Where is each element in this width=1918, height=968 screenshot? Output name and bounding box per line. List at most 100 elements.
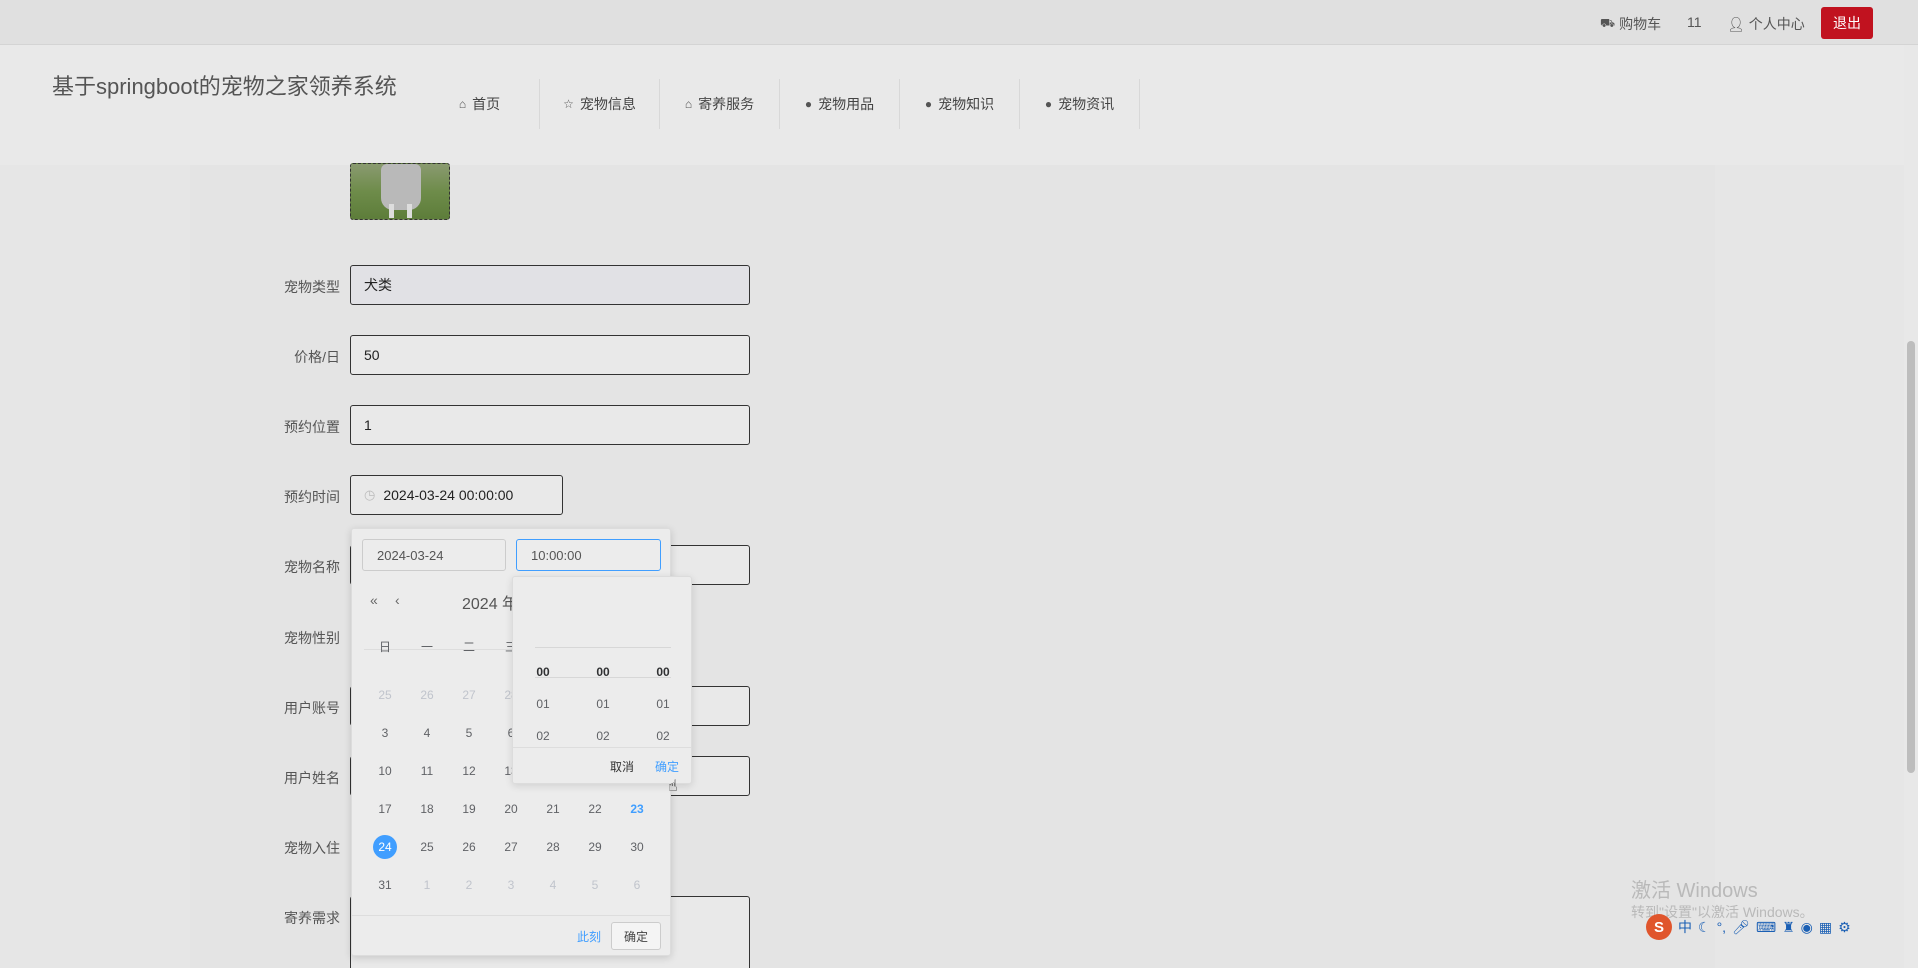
punctuation-icon[interactable]: °, — [1717, 919, 1727, 935]
pet-type-field[interactable]: 犬类 — [350, 265, 750, 305]
day-cell[interactable]: 27 — [490, 828, 532, 866]
day-cell[interactable]: 12 — [448, 752, 490, 790]
picker-confirm-button[interactable]: 确定 — [611, 922, 661, 950]
second-option[interactable]: 01 — [643, 697, 683, 711]
day-cell[interactable]: 22 — [574, 790, 616, 828]
day-cell[interactable]: 27 — [448, 676, 490, 714]
day-cell[interactable]: 5 — [448, 714, 490, 752]
time-confirm-button[interactable]: 确定 — [655, 758, 679, 775]
hour-option[interactable]: 02 — [523, 729, 563, 743]
day-cell[interactable]: 29 — [574, 828, 616, 866]
nav-label: 首页 — [472, 96, 501, 112]
time-field[interactable]: ◷ 2024-03-24 00:00:00 — [350, 475, 563, 515]
day-cell[interactable]: 3 — [364, 714, 406, 752]
nav-item-knowledge[interactable]: ● 宠物知识 — [900, 79, 1020, 129]
day-cell[interactable]: 5 — [574, 866, 616, 904]
gear-icon[interactable]: ⚙ — [1838, 919, 1851, 936]
nav-label: 宠物知识 — [938, 96, 995, 112]
day-cell[interactable]: 10 — [364, 752, 406, 790]
prev-month-icon[interactable]: ‹ — [395, 592, 400, 608]
minute-option[interactable]: 01 — [583, 697, 623, 711]
gamepad-icon[interactable]: ◉ — [1801, 919, 1813, 936]
day-cell[interactable]: 1 — [406, 866, 448, 904]
shirt-icon[interactable]: ♜ — [1782, 919, 1795, 936]
bag-icon: ⌂ — [684, 97, 693, 111]
truck-icon: ⛟ — [1600, 16, 1616, 30]
day-cell[interactable]: 4 — [532, 866, 574, 904]
day-cell[interactable]: 28 — [532, 828, 574, 866]
spinner-footer: 取消 确定 — [513, 747, 691, 783]
day-cell[interactable]: 30 — [616, 828, 658, 866]
hour-option[interactable]: 01 — [523, 697, 563, 711]
day-cell[interactable]: 17 — [364, 790, 406, 828]
weekday: 一 — [420, 639, 433, 654]
day-cell[interactable]: 4 — [406, 714, 448, 752]
mic-icon[interactable]: 🎤︎ — [1732, 919, 1750, 936]
selected-day-cell[interactable]: 24 — [364, 828, 406, 866]
minute-option[interactable]: 02 — [583, 729, 623, 743]
nav-item-pet-info[interactable]: ☆ 宠物信息 — [540, 79, 660, 129]
grid-icon[interactable]: ▦ — [1819, 919, 1832, 936]
hand-cursor-icon: ☝ — [668, 778, 678, 795]
pet-gender-label: 宠物性别 — [284, 630, 340, 646]
time-spinner-popup: 00 01 02 00 01 02 00 01 02 取消 确定 — [512, 576, 692, 784]
price-label: 价格/日 — [294, 349, 340, 365]
ime-mode[interactable]: 中 — [1678, 917, 1692, 937]
header: 基于springboot的宠物之家领养系统 ⌂ 首页 ☆ 宠物信息 ⌂ 寄养服务… — [0, 45, 1904, 165]
day-cell[interactable]: 19 — [448, 790, 490, 828]
pet-image[interactable] — [350, 163, 450, 220]
minute-option[interactable]: 00 — [583, 665, 623, 679]
picker-time-input[interactable]: 10:00:00 — [516, 539, 661, 571]
day-cell[interactable]: 26 — [448, 828, 490, 866]
today-cell[interactable]: 23 — [616, 790, 658, 828]
year-label[interactable]: 2024 年 — [462, 590, 518, 614]
sogou-logo-icon[interactable]: S — [1646, 914, 1672, 940]
star-icon: ☆ — [563, 97, 574, 111]
clock-icon: ◷ — [364, 487, 376, 502]
moon-icon[interactable]: ☾ — [1698, 919, 1711, 936]
user-icon: 👤︎ — [1727, 15, 1745, 32]
weekday: 日 — [378, 639, 391, 654]
activation-watermark-title: 激活 Windows — [1631, 880, 1758, 902]
nav-label: 宠物资讯 — [1058, 96, 1115, 112]
prev-year-icon[interactable]: « — [370, 592, 378, 608]
scrollbar-thumb[interactable] — [1907, 341, 1915, 773]
nav-item-news[interactable]: ● 宠物资讯 — [1020, 79, 1140, 129]
nav-label: 寄养服务 — [698, 96, 755, 112]
cart-link[interactable]: ⛟ 购物车 — [1600, 14, 1661, 34]
nav-item-supplies[interactable]: ● 宠物用品 — [780, 79, 900, 129]
day-cell[interactable]: 25 — [406, 828, 448, 866]
pet-name-label: 宠物名称 — [284, 559, 340, 575]
profile-link[interactable]: 👤︎ 个人中心 — [1727, 14, 1805, 34]
time-cancel-button[interactable]: 取消 — [610, 758, 634, 775]
second-option[interactable]: 02 — [643, 729, 683, 743]
nav-item-home[interactable]: ⌂ 首页 — [420, 79, 540, 129]
cart-count: 11 — [1687, 14, 1702, 30]
now-button[interactable]: 此刻 — [577, 928, 601, 945]
day-cell[interactable]: 18 — [406, 790, 448, 828]
price-field[interactable]: 50 — [350, 335, 750, 375]
day-cell[interactable]: 25 — [364, 676, 406, 714]
second-option[interactable]: 00 — [643, 665, 683, 679]
picker-date-input[interactable]: 2024-03-24 — [362, 539, 506, 571]
pet-type-label: 宠物类型 — [284, 279, 340, 295]
day-cell[interactable]: 21 — [532, 790, 574, 828]
site-title: 基于springboot的宠物之家领养系统 — [52, 74, 397, 99]
day-cell[interactable]: 20 — [490, 790, 532, 828]
keyboard-icon[interactable]: ⌨ — [1756, 919, 1776, 936]
day-cell[interactable]: 31 — [364, 866, 406, 904]
day-cell[interactable]: 2 — [448, 866, 490, 904]
user-name-label: 用户姓名 — [284, 770, 340, 786]
selected-day-label: 24 — [373, 835, 397, 859]
hour-option[interactable]: 00 — [523, 665, 563, 679]
day-cell[interactable]: 26 — [406, 676, 448, 714]
time-label: 预约时间 — [284, 489, 340, 505]
day-cell[interactable]: 11 — [406, 752, 448, 790]
location-field[interactable]: 1 — [350, 405, 750, 445]
nav-label: 宠物用品 — [818, 96, 875, 112]
day-cell[interactable]: 3 — [490, 866, 532, 904]
page-scrollbar[interactable] — [1904, 45, 1918, 968]
nav-item-boarding[interactable]: ⌂ 寄养服务 — [660, 79, 780, 129]
day-cell[interactable]: 6 — [616, 866, 658, 904]
logout-button[interactable]: 退出 — [1821, 7, 1873, 39]
